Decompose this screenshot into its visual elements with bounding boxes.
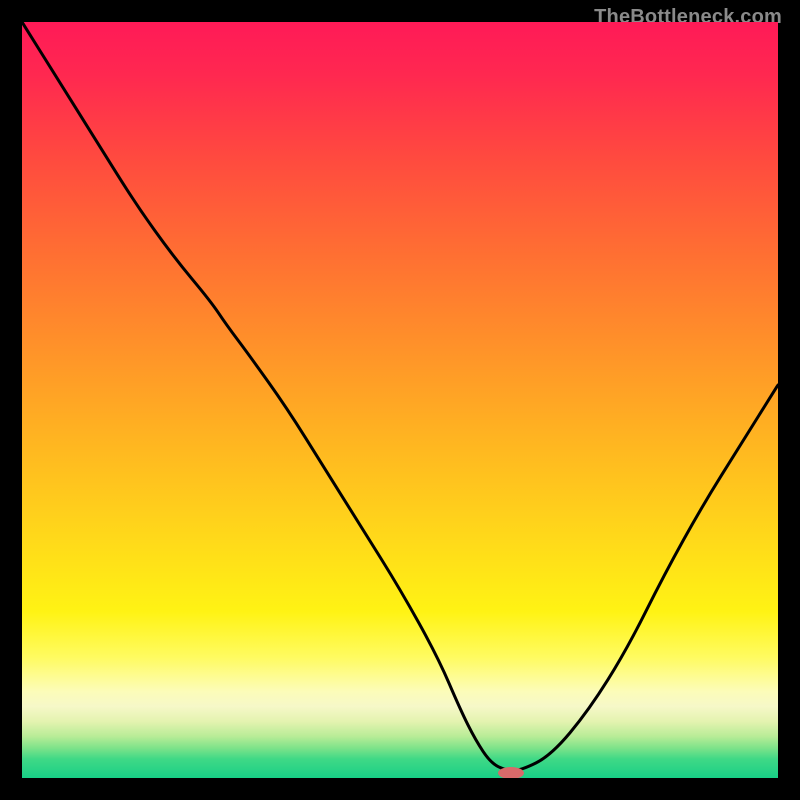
chart-svg — [22, 22, 778, 778]
plot-area — [22, 22, 778, 778]
chart-frame: TheBottleneck.com — [0, 0, 800, 800]
gradient-background — [22, 22, 778, 778]
